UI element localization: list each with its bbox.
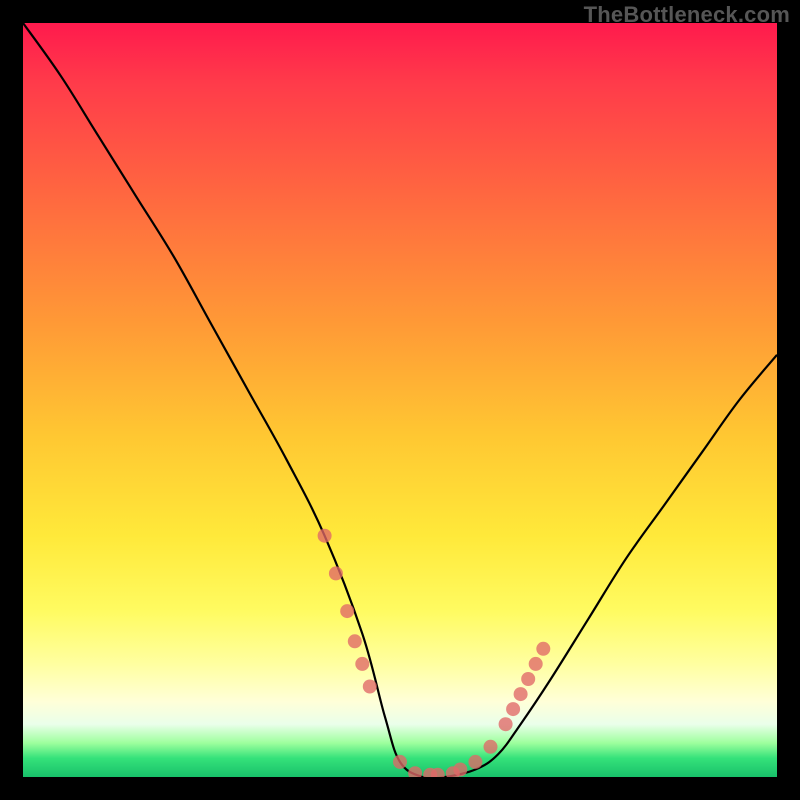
bottleneck-curve-line [23, 23, 777, 777]
marker-dot [348, 634, 362, 648]
marker-dot [536, 642, 550, 656]
marker-dot [468, 755, 482, 769]
marker-dot [363, 680, 377, 694]
plot-area [23, 23, 777, 777]
marker-dot [453, 763, 467, 777]
marker-dot [521, 672, 535, 686]
marker-dot [484, 740, 498, 754]
bottleneck-curve-svg [23, 23, 777, 777]
chart-frame: TheBottleneck.com [0, 0, 800, 800]
marker-dot [355, 657, 369, 671]
marker-dot [499, 717, 513, 731]
marker-dot [340, 604, 354, 618]
marker-dot [506, 702, 520, 716]
highlight-markers [318, 529, 551, 777]
marker-dot [529, 657, 543, 671]
marker-dot [408, 766, 422, 777]
marker-dot [393, 755, 407, 769]
marker-dot [329, 566, 343, 580]
marker-dot [514, 687, 528, 701]
marker-dot [318, 529, 332, 543]
watermark-text: TheBottleneck.com [584, 2, 790, 28]
